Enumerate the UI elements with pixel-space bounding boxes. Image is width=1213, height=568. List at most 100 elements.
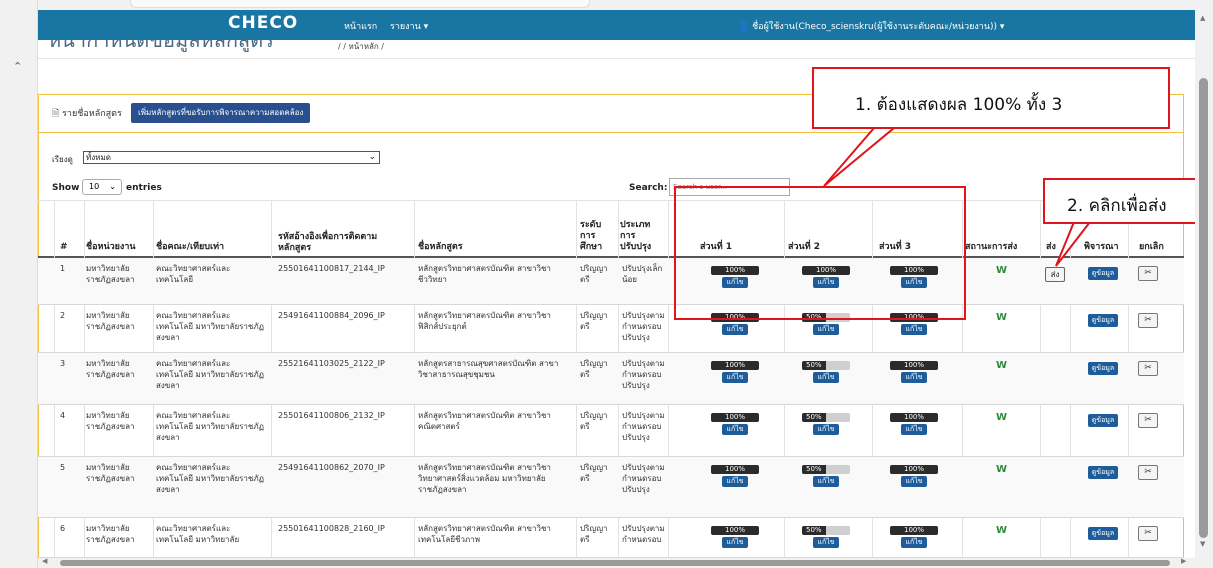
cell-no: 2 — [60, 311, 66, 320]
edit-part2-button[interactable]: แก้ไข — [813, 476, 839, 487]
send-button[interactable]: ส่ง — [1045, 267, 1065, 282]
scroll-left-icon[interactable]: ◀ — [42, 557, 47, 565]
view-data-button[interactable]: ดูข้อมูล — [1088, 314, 1118, 327]
brand-logo[interactable]: CHECO — [228, 13, 298, 33]
edit-part3-button[interactable]: แก้ไข — [901, 372, 927, 383]
cancel-scissors-icon[interactable]: ✂ — [1138, 313, 1158, 328]
col-header-cancel[interactable]: ยกเลิก — [1139, 242, 1164, 253]
progress-label: 100% — [724, 413, 745, 421]
view-data-button[interactable]: ดูข้อมูล — [1088, 267, 1118, 280]
view-data-button[interactable]: ดูข้อมูล — [1088, 466, 1118, 479]
col-header-consider[interactable]: พิจารณา — [1084, 242, 1119, 253]
callout-1: 1. ต้องแสดงผล 100% ทั้ง 3 — [812, 67, 1170, 129]
col-header-no[interactable]: # — [60, 242, 68, 253]
progress-bar-part3: 100% — [890, 526, 938, 535]
cell-unit: มหาวิทยาลัยราชภัฏสงขลา — [86, 311, 135, 331]
cell-ref-code: 25521641103025_2122_IP — [278, 359, 385, 368]
nav-report-dropdown[interactable]: รายงาน ▾ — [390, 19, 428, 33]
add-course-button[interactable]: เพิ่มหลักสูตรที่ขอรับการพิจารณาความสอดคล… — [131, 103, 311, 123]
cell-level: ปริญญาตรี — [580, 411, 608, 431]
nav-home-link[interactable]: หน้าแรก — [344, 19, 377, 33]
search-label: Search: — [629, 183, 668, 193]
col-header-faculty[interactable]: ชื่อคณะ/เทียบเท่า — [156, 242, 271, 253]
cell-faculty: คณะวิทยาศาสตร์และเทคโนโลยี มหาวิทยาลัย — [156, 524, 240, 544]
edit-part3-button[interactable]: แก้ไข — [901, 424, 927, 435]
status-badge: W — [996, 360, 1008, 371]
vertical-scrollbar[interactable]: ▲ ▼ — [1195, 10, 1213, 558]
status-badge: W — [996, 265, 1008, 276]
edit-part2-button[interactable]: แก้ไข — [813, 372, 839, 383]
progress-label: 50% — [806, 526, 822, 534]
panel-divider — [39, 132, 1183, 133]
horizontal-scrollbar[interactable]: ◀ ▶ — [38, 557, 1195, 568]
edit-part3-button[interactable]: แก้ไข — [901, 324, 927, 335]
progress-label: 50% — [806, 413, 822, 421]
edit-part3-button[interactable]: แก้ไข — [901, 476, 927, 487]
progress-bar-part1: 100% — [711, 413, 759, 422]
edit-part1-button[interactable]: แก้ไข — [722, 476, 748, 487]
filter-select[interactable]: ทั้งหมด ⌄ — [83, 151, 380, 164]
col-header-unit[interactable]: ชื่อหน่วยงาน — [86, 242, 156, 253]
col-header-send[interactable]: ส่ง — [1046, 242, 1056, 253]
cell-course: หลักสูตรวิทยาศาสตรบัณฑิต สาขาวิชาคณิตศาส… — [418, 411, 551, 431]
divider — [38, 58, 1195, 59]
outer-left-strip: ⌃ — [0, 0, 38, 568]
edit-part2-button[interactable]: แก้ไข — [813, 537, 839, 548]
cell-course: หลักสูตรวิทยาศาสตรบัณฑิต สาขาวิชาชีววิทย… — [418, 264, 551, 284]
cancel-scissors-icon[interactable]: ✂ — [1138, 465, 1158, 480]
edit-part1-button[interactable]: แก้ไข — [722, 372, 748, 383]
cell-level: ปริญญาตรี — [580, 311, 608, 331]
cell-type: ปรับปรุงตามกำหนดรอบ — [622, 524, 665, 544]
progress-label: 100% — [903, 465, 924, 473]
scroll-up-icon[interactable]: ▲ — [1200, 14, 1205, 22]
cell-type: ปรับปรุงตามกำหนดรอบปรับปรุง — [622, 411, 665, 442]
view-data-button[interactable]: ดูข้อมูล — [1088, 527, 1118, 540]
progress-bar-part2: 50% — [802, 361, 850, 370]
cancel-scissors-icon[interactable]: ✂ — [1138, 526, 1158, 541]
edit-part2-button[interactable]: แก้ไข — [813, 324, 839, 335]
view-data-button[interactable]: ดูข้อมูล — [1088, 362, 1118, 375]
cell-course: หลักสูตรวิทยาศาสตรบัณฑิต สาขาวิชาเทคโนโล… — [418, 524, 551, 544]
edit-part1-button[interactable]: แก้ไข — [722, 424, 748, 435]
breadcrumb[interactable]: / / หน้าหลัก / — [338, 40, 384, 53]
cell-type: ปรับปรุงเล็กน้อย — [622, 264, 663, 284]
progress-bar-part3: 100% — [890, 413, 938, 422]
col-header-ref-code[interactable]: รหัสอ้างอิงเพื่อการติดตามหลักสูตร — [278, 232, 408, 254]
progress-bar-part2: 50% — [802, 413, 850, 422]
filter-value: ทั้งหมด — [86, 153, 111, 162]
entries-label: entries — [126, 183, 162, 193]
cell-no: 4 — [60, 411, 66, 420]
edit-part1-button[interactable]: แก้ไข — [722, 537, 748, 548]
progress-bar-part1: 100% — [711, 465, 759, 474]
progress-label: 50% — [806, 465, 822, 473]
status-badge: W — [996, 412, 1008, 423]
cell-course: หลักสูตรวิทยาศาสตรบัณฑิต สาขาวิชาฟิสิกส์… — [418, 311, 551, 331]
col-header-status[interactable]: สถานะการส่ง — [965, 242, 1017, 253]
progress-label: 100% — [724, 526, 745, 534]
cell-type: ปรับปรุงตามกำหนดรอบปรับปรุง — [622, 463, 665, 494]
edit-part2-button[interactable]: แก้ไข — [813, 424, 839, 435]
panel-title: 🗎 รายชื่อหลักสูตร — [52, 109, 122, 119]
edit-part1-button[interactable]: แก้ไข — [722, 324, 748, 335]
scroll-right-icon[interactable]: ▶ — [1181, 557, 1186, 565]
cell-faculty: คณะวิทยาศาสตร์และเทคโนโลยี มหาวิทยาลัยรา… — [156, 463, 264, 494]
caret-up-icon[interactable]: ⌃ — [13, 60, 22, 73]
progress-label: 100% — [724, 465, 745, 473]
edit-part3-button[interactable]: แก้ไข — [901, 537, 927, 548]
view-data-button[interactable]: ดูข้อมูล — [1088, 414, 1118, 427]
cell-ref-code: 25501641100806_2132_IP — [278, 411, 385, 420]
col-header-type[interactable]: ประเภทการปรับปรุง — [620, 220, 664, 253]
col-header-level[interactable]: ระดับการศึกษา — [580, 220, 616, 253]
entries-select[interactable]: 10 ⌄ — [82, 179, 122, 195]
scrollbar-thumb[interactable] — [60, 560, 1170, 566]
cancel-scissors-icon[interactable]: ✂ — [1138, 266, 1158, 281]
cell-type: ปรับปรุงตามกำหนดรอบปรับปรุง — [622, 311, 665, 342]
cancel-scissors-icon[interactable]: ✂ — [1138, 413, 1158, 428]
col-header-course[interactable]: ชื่อหลักสูตร — [418, 242, 578, 253]
user-menu[interactable]: 👤 ชื่อผู้ใช้งาน(Checo_scienskru(ผู้ใช้งา… — [738, 19, 1004, 33]
status-badge: W — [996, 464, 1008, 475]
cancel-scissors-icon[interactable]: ✂ — [1138, 361, 1158, 376]
scrollbar-thumb[interactable] — [1199, 78, 1208, 538]
cell-course: หลักสูตรสาธารณสุขศาสตรบัณฑิต สาขาวิชาสาธ… — [418, 359, 559, 379]
scroll-down-icon[interactable]: ▼ — [1200, 540, 1205, 548]
